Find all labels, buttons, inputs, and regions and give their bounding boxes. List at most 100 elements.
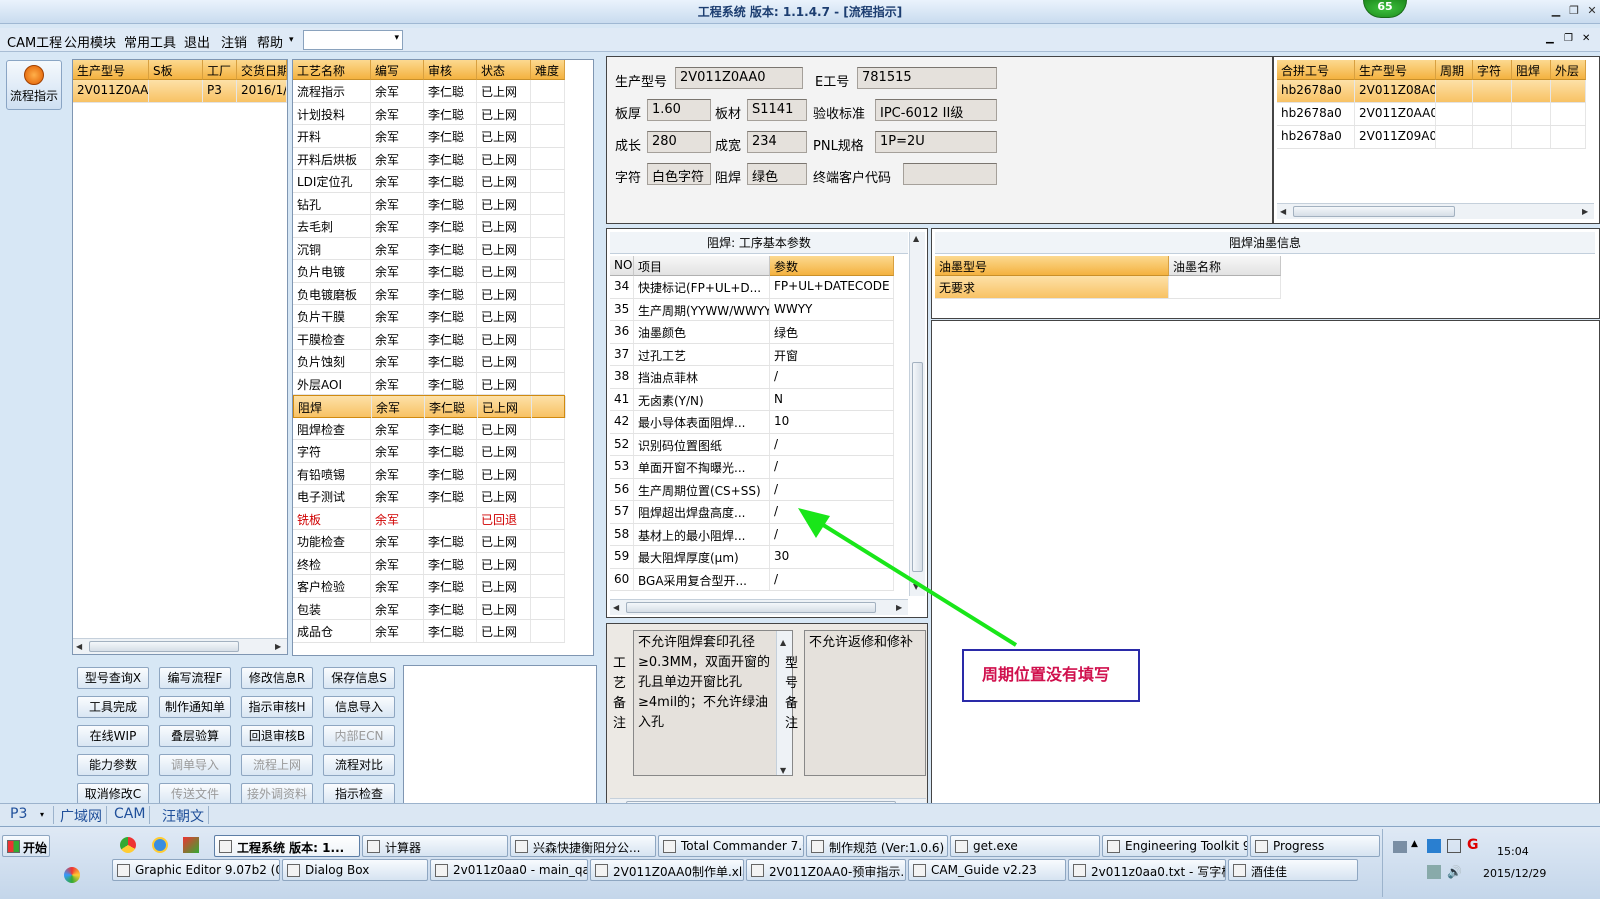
scroll-left-icon[interactable]: ◀ xyxy=(613,603,619,612)
process-row[interactable]: 阻焊检查 余军 李仁聪 已上网 xyxy=(293,417,565,440)
process-remark-text[interactable]: 不允许阻焊套印孔径≥0.3MM，双面开窗的孔且单边开窗比孔≥4mil的；不允许绿… xyxy=(633,630,793,776)
taskbar-button[interactable]: CAM_Guide v2.23 xyxy=(908,859,1066,881)
menu-help[interactable]: 帮助 xyxy=(257,32,283,51)
taskbar-button[interactable]: 2V011Z0AA0-预审指示.... xyxy=(746,859,906,881)
clock-date[interactable]: 2015/12/29 xyxy=(1483,867,1546,880)
process-row[interactable]: 沉铜 余军 李仁聪 已上网 xyxy=(293,237,565,260)
taskbar-button[interactable]: 2v011z0aa0 - main_qa xyxy=(430,859,588,881)
process-row[interactable]: 终检 余军 李仁聪 已上网 xyxy=(293,552,565,575)
taskbar-button[interactable]: Dialog Box xyxy=(282,859,428,881)
column-header[interactable]: 阻焊 xyxy=(1512,60,1551,80)
app-icon[interactable] xyxy=(183,837,199,853)
process-row[interactable]: 客户检验 余军 李仁聪 已上网 xyxy=(293,575,565,598)
taskbar-button[interactable]: 计算器 xyxy=(362,835,508,857)
param-row[interactable]: 53 单面开窗不掏曝光... / xyxy=(610,456,894,479)
column-header[interactable]: 油墨名称 xyxy=(1169,256,1281,276)
action-button[interactable]: 流程对比 xyxy=(323,754,395,776)
column-header[interactable]: 外层 xyxy=(1551,60,1586,80)
process-row[interactable]: 负片干膜 余军 李仁聪 已上网 xyxy=(293,305,565,328)
scroll-thumb[interactable] xyxy=(89,641,239,652)
scroll-thumb[interactable] xyxy=(1293,206,1455,217)
action-button[interactable]: 取消修改C xyxy=(77,783,149,805)
process-row[interactable]: 去毛刺 余军 李仁聪 已上网 xyxy=(293,215,565,238)
keyboard-icon[interactable] xyxy=(1393,841,1407,853)
param-row[interactable]: 34 快捷标记(FP+UL+D... FP+UL+DATECODE xyxy=(610,276,894,299)
column-header[interactable]: NO xyxy=(610,256,634,276)
process-row[interactable]: 包装 余军 李仁聪 已上网 xyxy=(293,597,565,620)
menu-logout[interactable]: 注销 xyxy=(221,32,247,51)
column-header[interactable]: 难度 xyxy=(531,60,565,80)
column-header[interactable]: 工厂 xyxy=(203,60,237,80)
menu-tools[interactable]: 常用工具 xyxy=(124,32,176,51)
param-row[interactable]: 42 最小导体表面阻焊... 10 xyxy=(610,411,894,434)
field-value[interactable]: 2V011Z0AA0 xyxy=(675,67,803,89)
column-header[interactable]: 周期 xyxy=(1436,60,1473,80)
column-header[interactable]: 参数 xyxy=(770,256,894,276)
volume-icon[interactable]: 🔊 xyxy=(1447,865,1462,879)
field-value[interactable]: 1P=2U xyxy=(875,131,997,153)
column-header[interactable]: 工艺名称 xyxy=(293,60,371,80)
scroll-up-icon[interactable]: ▲ xyxy=(780,633,786,653)
field-value[interactable]: 781515 xyxy=(857,67,997,89)
product-hscroll[interactable]: ◀ ▶ xyxy=(73,638,287,654)
scroll-right-icon[interactable]: ▶ xyxy=(1582,207,1588,216)
process-row[interactable]: 钻孔 余军 李仁聪 已上网 xyxy=(293,192,565,215)
action-button[interactable]: 信息导入 xyxy=(323,696,395,718)
ie-icon[interactable] xyxy=(152,837,168,853)
process-row[interactable]: 成品仓 余军 李仁聪 已上网 xyxy=(293,620,565,643)
combine-row[interactable]: hb2678a0 2V011Z09A0 xyxy=(1277,126,1586,149)
process-row[interactable]: 铣板 余军 已回退 xyxy=(293,507,565,530)
process-row[interactable]: 计划投料 余军 李仁聪 已上网 xyxy=(293,102,565,125)
action-button[interactable]: 接外调资料 xyxy=(241,783,313,805)
taskbar-button[interactable]: get.exe xyxy=(950,835,1100,857)
process-row[interactable]: 字符 余军 李仁聪 已上网 xyxy=(293,440,565,463)
action-button[interactable]: 型号查询X xyxy=(77,667,149,689)
field-value[interactable]: 280 xyxy=(647,131,711,153)
process-row[interactable]: 干膜检查 余军 李仁聪 已上网 xyxy=(293,327,565,350)
param-row[interactable]: 52 识别码位置图纸 / xyxy=(610,433,894,456)
scroll-down-icon[interactable]: ▼ xyxy=(780,761,786,775)
minimize-icon[interactable]: ▁ xyxy=(1548,3,1564,19)
taskbar-button[interactable]: 兴森快捷衡阳分公... xyxy=(510,835,656,857)
action-button[interactable]: 内部ECN xyxy=(323,725,395,747)
module-select[interactable]: ▾ xyxy=(303,30,403,50)
device-icon[interactable] xyxy=(1447,839,1461,853)
column-header[interactable]: 油墨型号 xyxy=(935,256,1169,276)
field-value[interactable]: 白色字符 xyxy=(647,163,711,185)
field-value[interactable]: S1141 xyxy=(747,99,807,121)
column-header[interactable]: 编写 xyxy=(371,60,424,80)
flow-indication-button[interactable]: 流程指示 xyxy=(6,60,62,110)
input-method-icon[interactable] xyxy=(1427,865,1441,879)
column-header[interactable]: 项目 xyxy=(634,256,770,276)
param-row[interactable]: 37 过孔工艺 开窗 xyxy=(610,343,894,366)
taskbar-button[interactable]: 酒佳佳 xyxy=(1228,859,1358,881)
action-button[interactable]: 工具完成 xyxy=(77,696,149,718)
mdi-restore-icon[interactable]: ❐ xyxy=(1564,33,1573,44)
param-row[interactable]: 36 油墨颜色 绿色 xyxy=(610,321,894,344)
process-row[interactable]: 有铅喷锡 余军 李仁聪 已上网 xyxy=(293,462,565,485)
close-icon[interactable]: ✕ xyxy=(1584,3,1600,19)
action-button[interactable]: 制作通知单 xyxy=(159,696,231,718)
process-row[interactable]: 外层AOI 余军 李仁聪 已上网 xyxy=(293,372,565,395)
process-row[interactable]: 功能检查 余军 李仁聪 已上网 xyxy=(293,530,565,553)
param-row[interactable]: 35 生产周期(YYWW/WWYY) WWYY xyxy=(610,298,894,321)
scroll-left-icon[interactable]: ◀ xyxy=(76,642,82,651)
chevron-down-icon[interactable]: ▾ xyxy=(289,35,294,45)
mdi-minimize-icon[interactable]: ▁ xyxy=(1546,33,1554,44)
process-row[interactable]: 电子测试 余军 李仁聪 已上网 xyxy=(293,485,565,508)
column-header[interactable]: 生产型号 xyxy=(73,60,149,80)
scroll-right-icon[interactable]: ▶ xyxy=(275,642,281,651)
menu-exit[interactable]: 退出 xyxy=(184,32,210,51)
column-header[interactable]: 生产型号 xyxy=(1355,60,1436,80)
action-button[interactable]: 叠层验算 xyxy=(159,725,231,747)
combine-hscroll[interactable]: ◀ ▶ xyxy=(1277,203,1594,219)
taskbar-button[interactable]: 2v011z0aa0.txt - 写字板 xyxy=(1068,859,1226,881)
taskbar-button[interactable]: 制作规范 (Ver:1.0.6) xyxy=(806,835,948,857)
start-button[interactable]: 开始 xyxy=(2,835,50,857)
chevron-down-icon[interactable]: ▾ xyxy=(40,810,44,819)
taskbar-button[interactable]: 2V011Z0AA0制作单.xls ... xyxy=(590,859,744,881)
action-button[interactable]: 调单导入 xyxy=(159,754,231,776)
menu-cam[interactable]: CAM工程 xyxy=(7,32,62,51)
action-button[interactable]: 指示检查 xyxy=(323,783,395,805)
action-button[interactable]: 传送文件 xyxy=(159,783,231,805)
